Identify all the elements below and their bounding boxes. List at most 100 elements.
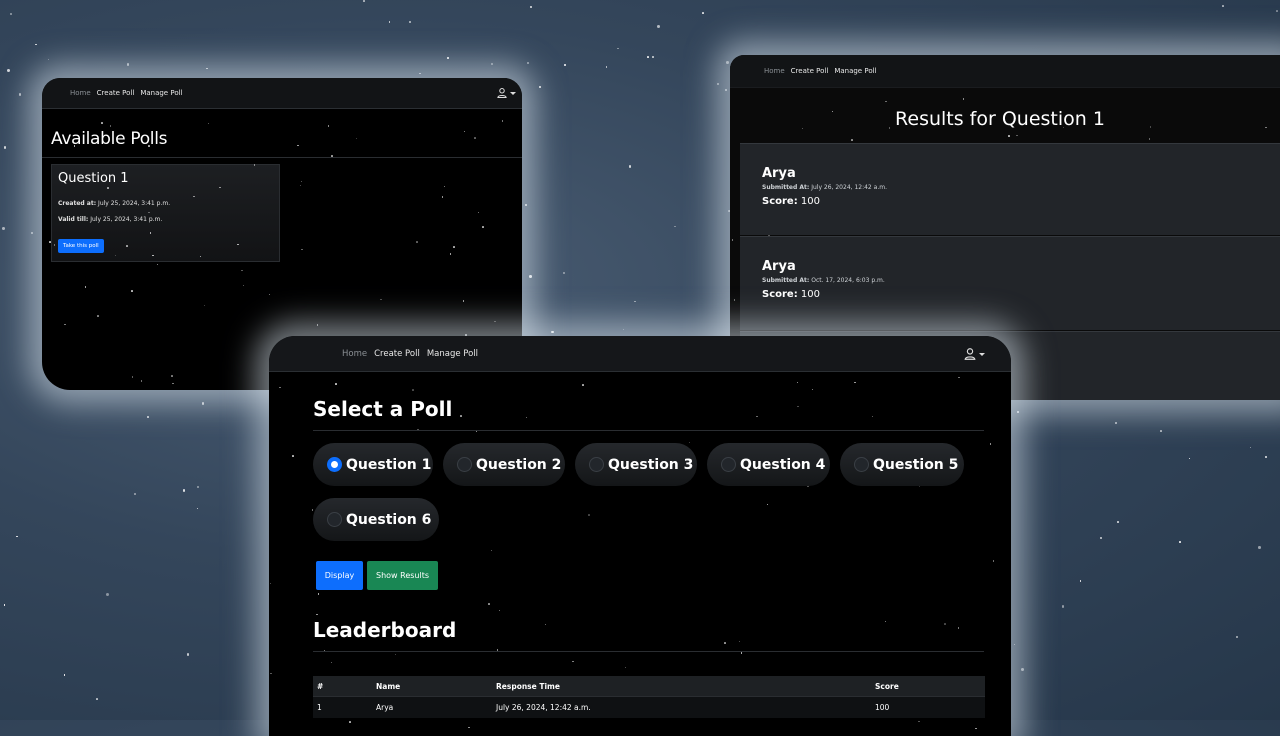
- star: [989, 443, 992, 445]
- star: [944, 623, 946, 625]
- user-icon: [964, 348, 976, 360]
- nav-manage-poll-link[interactable]: Manage Poll: [140, 89, 182, 97]
- nav-home-link[interactable]: Home: [70, 89, 91, 97]
- poll-option[interactable]: Question 5: [840, 443, 964, 486]
- poll-option[interactable]: Question 6: [313, 498, 439, 541]
- star: [526, 61, 530, 65]
- nav-create-poll-link[interactable]: Create Poll: [97, 89, 135, 97]
- star: [1080, 580, 1082, 582]
- star: [1148, 138, 1151, 140]
- star: [203, 304, 206, 307]
- star: [525, 416, 528, 419]
- star: [201, 402, 205, 405]
- star: [207, 122, 210, 125]
- score-value: 100: [800, 196, 820, 207]
- poll-option[interactable]: Question 2: [443, 443, 565, 486]
- star: [766, 503, 769, 506]
- valid-till: Valid till: July 25, 2024, 3:41 p.m.: [58, 216, 273, 223]
- star: [16, 535, 18, 538]
- star: [127, 63, 130, 66]
- star: [183, 489, 186, 492]
- radio-button[interactable]: [721, 457, 736, 472]
- star: [1222, 5, 1224, 7]
- radio-button[interactable]: [327, 512, 342, 527]
- star: [647, 56, 650, 59]
- star: [292, 455, 294, 457]
- star: [49, 241, 51, 243]
- star: [449, 253, 452, 255]
- result-submitted: Submitted At: Oct. 17, 2024, 6:03 p.m.: [762, 277, 1280, 284]
- radio-button[interactable]: [327, 457, 342, 472]
- created-at-value: July 25, 2024, 3:41 p.m.: [98, 200, 171, 207]
- nav-create-poll-link[interactable]: Create Poll: [374, 349, 420, 359]
- result-card: Arya Submitted At: July 26, 2024, 12:42 …: [740, 143, 1280, 235]
- star: [551, 330, 554, 333]
- star: [18, 93, 22, 96]
- select-poll-window: Home Create Poll Manage Poll Select a Po…: [269, 336, 1011, 736]
- user-icon: [497, 88, 507, 98]
- poll-option-label: Question 5: [873, 456, 959, 473]
- column-header: Score: [871, 676, 985, 697]
- nav-home-link[interactable]: Home: [342, 349, 367, 359]
- column-header: Name: [372, 676, 492, 697]
- valid-till-label: Valid till:: [58, 216, 89, 223]
- star: [501, 120, 504, 122]
- star: [1016, 134, 1018, 137]
- radio-button[interactable]: [854, 457, 869, 472]
- star: [447, 57, 450, 59]
- poll-option[interactable]: Question 1: [313, 443, 433, 486]
- star: [64, 323, 66, 325]
- submitted-value: Oct. 17, 2024, 6:03 p.m.: [811, 277, 885, 284]
- result-card: Arya Submitted At: Oct. 17, 2024, 6:03 p…: [740, 236, 1280, 330]
- star: [1178, 541, 1181, 544]
- star: [63, 674, 66, 676]
- star: [529, 275, 533, 279]
- star: [796, 381, 799, 384]
- show-results-button[interactable]: Show Results: [367, 561, 438, 590]
- star: [441, 196, 444, 198]
- star: [624, 666, 627, 669]
- display-button[interactable]: Display: [316, 561, 363, 590]
- star: [544, 623, 547, 626]
- nav-home-link[interactable]: Home: [764, 67, 785, 75]
- nav-manage-poll-link[interactable]: Manage Poll: [427, 349, 478, 359]
- poll-option[interactable]: Question 4: [707, 443, 830, 486]
- nav-create-poll-link[interactable]: Create Poll: [791, 67, 829, 75]
- result-name: Arya: [762, 166, 796, 181]
- star: [811, 388, 814, 391]
- star: [299, 184, 302, 187]
- poll-card-title: Question 1: [58, 171, 129, 186]
- user-menu[interactable]: [963, 347, 985, 361]
- star: [1265, 126, 1267, 129]
- star: [957, 627, 960, 629]
- star: [30, 232, 33, 235]
- star: [871, 415, 874, 417]
- star: [688, 441, 691, 444]
- star: [316, 324, 319, 326]
- star: [1008, 135, 1010, 137]
- star: [854, 381, 856, 384]
- take-poll-button[interactable]: Take this poll: [58, 239, 104, 253]
- star: [716, 82, 719, 85]
- star: [297, 144, 299, 147]
- star: [152, 254, 154, 256]
- star: [47, 58, 50, 61]
- radio-button[interactable]: [589, 457, 604, 472]
- star: [96, 698, 99, 701]
- table-cell: Arya: [372, 696, 492, 718]
- star: [269, 582, 272, 585]
- poll-option[interactable]: Question 3: [575, 443, 697, 486]
- star: [652, 56, 654, 58]
- star: [1099, 536, 1103, 540]
- star: [962, 98, 965, 100]
- star: [1017, 411, 1019, 413]
- nav-manage-poll-link[interactable]: Manage Poll: [834, 67, 876, 75]
- star: [958, 376, 960, 379]
- user-menu[interactable]: [496, 87, 516, 99]
- star: [622, 329, 624, 331]
- star: [538, 86, 541, 89]
- chevron-down-icon: [979, 352, 985, 356]
- star: [419, 73, 421, 75]
- star: [884, 620, 887, 623]
- radio-button[interactable]: [457, 457, 472, 472]
